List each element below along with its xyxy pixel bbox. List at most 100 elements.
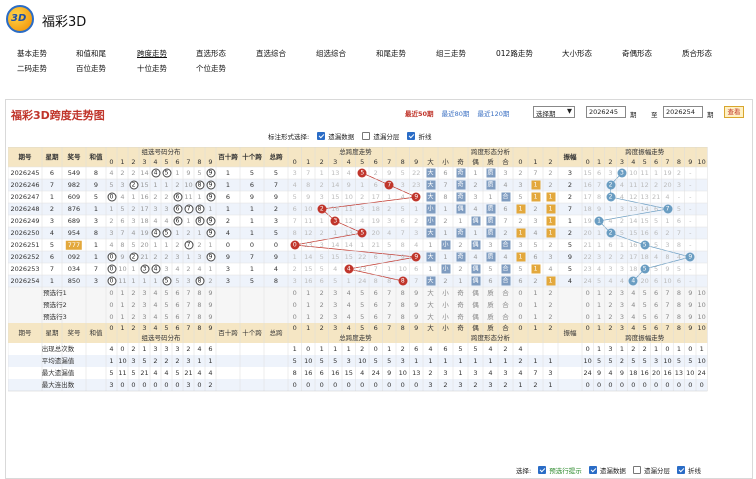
- stats-cell: 3: [488, 380, 493, 389]
- nav-item-1-1[interactable]: 百位走势: [76, 63, 106, 74]
- shi-ge-span: 1: [249, 216, 255, 225]
- nav-item-0-4[interactable]: 直选综合: [256, 48, 286, 59]
- form-mark: 奇: [456, 180, 465, 190]
- fucai-logo[interactable]: 3D: [6, 5, 34, 33]
- miss-count: 6: [373, 180, 378, 189]
- stats-cell: 2: [131, 344, 136, 353]
- nav-item-0-1[interactable]: 和值和尾: [76, 48, 106, 59]
- stats-cell: 4: [197, 344, 202, 353]
- opt-missing-data[interactable]: 遗漏数据: [317, 132, 354, 141]
- miss-count: 23: [583, 264, 592, 273]
- stats-cell: 0: [197, 380, 202, 389]
- stats-cell: 16: [640, 368, 649, 377]
- footer-opt-missing-layer[interactable]: 遗漏分层: [632, 466, 670, 475]
- presel-form: 大: [427, 312, 434, 321]
- presel-form: 小: [442, 288, 449, 297]
- miss-count: 5: [518, 192, 523, 201]
- form-mark: 质: [486, 252, 495, 262]
- presel-label: 预选行1: [43, 288, 67, 297]
- nav-item-0-10[interactable]: 奇偶形态: [622, 48, 652, 59]
- header-bs: 百十跨: [218, 152, 238, 161]
- checkbox-icon[interactable]: [632, 466, 641, 474]
- miss-count: 2: [458, 264, 463, 273]
- checkbox-icon[interactable]: [362, 132, 371, 140]
- nav-item-0-11[interactable]: 质合形态: [682, 48, 712, 59]
- form-head: 小: [442, 323, 449, 332]
- nav-item-0-0[interactable]: 基本走势: [17, 48, 47, 59]
- presel-digit: 8: [400, 312, 405, 321]
- nav-item-0-6[interactable]: 和尾走势: [376, 48, 406, 59]
- draw-number: 850: [67, 276, 81, 285]
- nav-item-0-3[interactable]: 直选形态: [196, 48, 226, 59]
- opt-polyline[interactable]: 折线: [407, 132, 431, 141]
- nav-item-0-9[interactable]: 大小形态: [562, 48, 592, 59]
- footer-header-w: 星期: [45, 328, 59, 337]
- footer-header-z: 振幅: [563, 328, 577, 337]
- weekday: 5: [49, 240, 55, 249]
- stats-cell: 1: [699, 344, 704, 353]
- presel-digit: 5: [642, 300, 647, 309]
- nav-item-1-2[interactable]: 十位走势: [137, 63, 167, 74]
- stats-cell: 2: [428, 368, 433, 377]
- shi-ge-span: 1: [249, 264, 255, 273]
- query-button[interactable]: 查看: [724, 106, 744, 118]
- checkbox-icon[interactable]: [588, 466, 597, 474]
- footer-opt-polyline[interactable]: 折线: [677, 466, 701, 475]
- opt-presel-hint[interactable]: 预选行提示: [538, 466, 582, 475]
- nav-item-0-8[interactable]: 012路走势: [496, 48, 533, 59]
- miss-count: 20: [371, 228, 380, 237]
- miss-count: 5: [619, 228, 624, 237]
- nav-item-1-0[interactable]: 二码走势: [17, 63, 47, 74]
- stats-cell: 1: [548, 356, 553, 365]
- stats-cell: 0: [699, 380, 704, 389]
- presel-form: 1: [533, 312, 538, 321]
- miss-count: 4: [333, 264, 338, 273]
- miss-count: 1: [443, 228, 448, 237]
- miss-count: 13: [629, 204, 638, 213]
- header-w: 星期: [45, 152, 59, 161]
- presel-digit: 2: [608, 312, 613, 321]
- weekday: 6: [49, 168, 55, 177]
- nav-item-1-3[interactable]: 个位走势: [196, 63, 226, 74]
- presel-digit: 4: [631, 288, 636, 297]
- miss-count: 4: [473, 252, 478, 261]
- recent-50-link[interactable]: 最近50期: [405, 110, 434, 118]
- presel-digit: 6: [373, 312, 378, 321]
- hit-digit: 4: [151, 228, 160, 238]
- checkbox-icon[interactable]: [677, 466, 686, 474]
- stats-cell: 2: [400, 344, 405, 353]
- stats-cell: 5: [688, 356, 693, 365]
- recent-80-link[interactable]: 最近80期: [442, 110, 470, 118]
- miss-count: 5: [654, 216, 659, 225]
- miss-count: 10: [344, 192, 353, 201]
- opt-missing-layer[interactable]: 遗漏分层: [362, 132, 399, 141]
- stats-cell: 0: [631, 380, 636, 389]
- checkbox-icon[interactable]: [317, 132, 326, 140]
- presel-form: 合: [502, 300, 509, 309]
- nav-item-0-5[interactable]: 组选综合: [316, 48, 346, 59]
- miss-count: -: [689, 228, 692, 237]
- nav-item-0-2[interactable]: 跨度走势: [137, 48, 167, 59]
- nav-item-0-7[interactable]: 组三走势: [436, 48, 466, 59]
- recent-120-link[interactable]: 最近120期: [477, 110, 509, 118]
- miss-count: 10: [398, 264, 407, 273]
- footer-header-bs: 百十跨: [218, 328, 238, 337]
- stats-cell: 3: [654, 356, 659, 365]
- period-from-input[interactable]: 2026245: [586, 106, 626, 118]
- period-select[interactable]: 选择期 ▼: [533, 106, 575, 118]
- checkbox-icon[interactable]: [407, 132, 416, 140]
- bai-shi-span: 3: [225, 276, 231, 285]
- period-to-input[interactable]: 2026254: [663, 106, 703, 118]
- presel-digit: 8: [197, 312, 202, 321]
- presel-digit: 1: [120, 312, 125, 321]
- digit-head: 4: [153, 157, 158, 166]
- footer-opt-missing-data[interactable]: 遗漏数据: [588, 466, 626, 475]
- issue-no: 2026250: [10, 228, 40, 237]
- presel-form: 合: [502, 288, 509, 297]
- bai-shi-span: 9: [225, 252, 231, 261]
- presel-form: 奇: [457, 312, 464, 321]
- checkbox-icon[interactable]: [538, 466, 547, 474]
- miss-count: 13: [640, 192, 649, 201]
- stats-cell: 2: [153, 356, 158, 365]
- stats-cell: 16: [331, 368, 340, 377]
